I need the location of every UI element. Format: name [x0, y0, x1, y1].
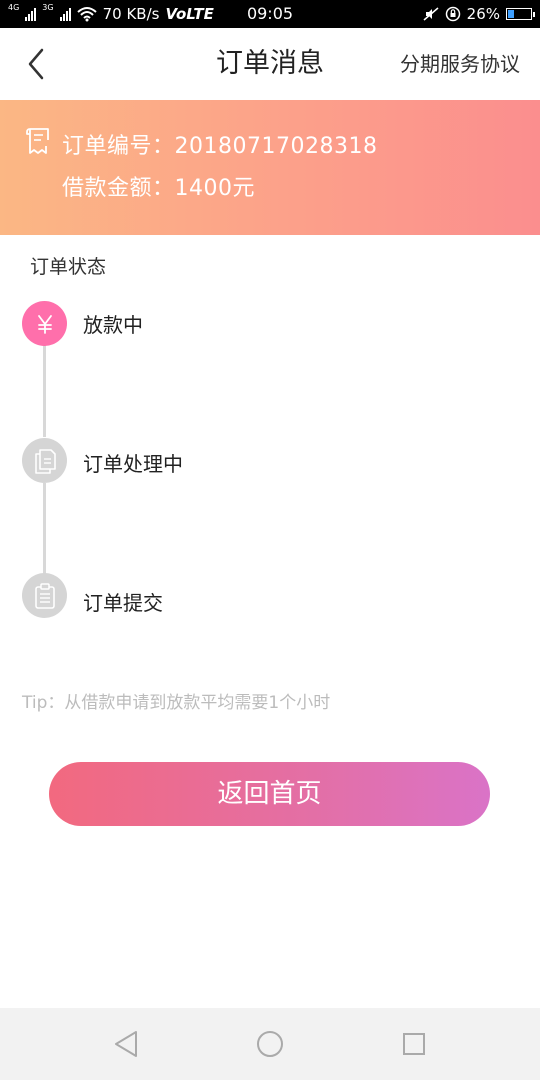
navigation-bar: 订单消息 分期服务协议 — [0, 28, 540, 100]
battery-percent: 26% — [466, 5, 500, 23]
order-number-label: 订单编号： — [62, 134, 175, 159]
system-recents-icon[interactable] — [398, 1028, 430, 1060]
timeline-connector — [43, 345, 46, 437]
step-label: 订单提交 — [83, 591, 163, 615]
battery-icon — [506, 8, 535, 20]
system-navigation-bar — [0, 1008, 540, 1080]
receipt-icon — [26, 128, 49, 154]
loan-amount-value: 1400元 — [174, 176, 256, 201]
order-number-row: 订单编号：20180717028318 — [62, 128, 377, 160]
timeline-connector — [43, 483, 46, 575]
order-banner: 订单编号：20180717028318 借款金额：1400元 — [0, 100, 540, 235]
mute-icon — [423, 7, 439, 21]
loan-amount-row: 借款金额：1400元 — [62, 170, 255, 202]
rotation-lock-icon — [445, 6, 460, 22]
tip-text: Tip：从借款申请到放款平均需要1个小时 — [22, 693, 331, 713]
yen-icon — [37, 314, 52, 334]
step-order-submitted — [22, 573, 67, 618]
installment-agreement-link[interactable]: 分期服务协议 — [400, 28, 520, 100]
order-number-value: 20180717028318 — [174, 134, 378, 159]
step-order-processing — [22, 438, 67, 483]
return-home-button[interactable]: 返回首页 — [49, 762, 490, 826]
order-status-title: 订单状态 — [30, 256, 107, 278]
system-home-icon[interactable] — [254, 1028, 286, 1060]
clipboard-icon — [34, 582, 55, 609]
step-label: 订单处理中 — [83, 452, 183, 476]
step-loan-disbursing — [22, 301, 67, 346]
battery-level — [508, 10, 514, 18]
documents-icon — [34, 448, 56, 474]
system-back-icon[interactable] — [110, 1028, 142, 1060]
step-label: 放款中 — [83, 313, 143, 337]
status-bar: 4G 3G 70 KB/s VoLTE 09:05 26% — [0, 0, 540, 28]
status-bar-right: 26% — [423, 0, 535, 28]
loan-amount-label: 借款金额： — [62, 176, 175, 201]
